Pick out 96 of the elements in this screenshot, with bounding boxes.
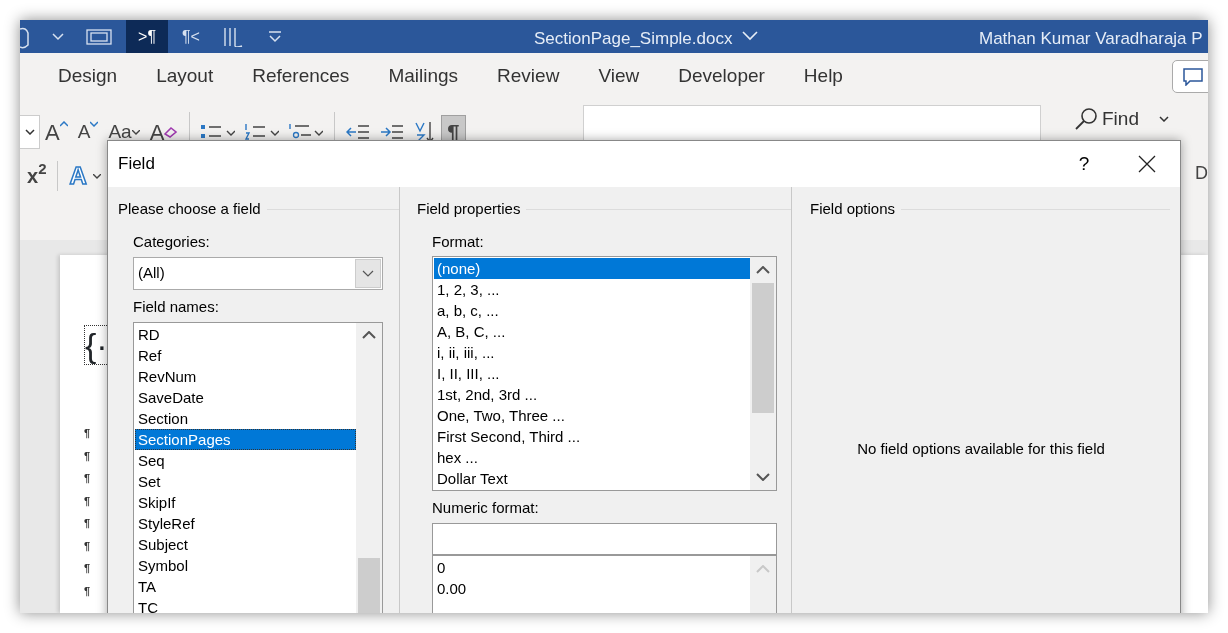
numbered-list-icon bbox=[245, 123, 280, 141]
group-heading: Please choose a field bbox=[118, 199, 261, 219]
field-label: Categories: bbox=[133, 233, 210, 251]
paragraph-mark: ¶ bbox=[84, 426, 91, 441]
paragraph-mark: ¶ bbox=[84, 516, 91, 531]
field-label: Field names: bbox=[133, 298, 219, 316]
paragraph-mark: ¶ bbox=[84, 583, 91, 599]
field-label: Numeric format: bbox=[432, 499, 539, 517]
list-item[interactable]: Ref bbox=[135, 345, 356, 366]
paragraph-mark: ¶ bbox=[84, 471, 91, 486]
list-item[interactable]: RD bbox=[135, 324, 356, 345]
format-list[interactable]: (none) 1, 2, 3, ... a, b, c, ... A, B, C, ... i, ii, iii, ... I, II, III, ... 1st, 2nd, 3rd ... One, Two, Three ... First Second, Third ... hex ... Dollar Text bbox=[432, 256, 777, 491]
list-item[interactable]: Seq bbox=[135, 450, 356, 471]
document-title[interactable]: SectionPage_Simple.docx bbox=[534, 26, 733, 52]
list-item[interactable]: 1, 2, 3, ... bbox=[434, 279, 750, 300]
list-item[interactable]: Set bbox=[135, 471, 356, 492]
list-item[interactable]: SectionPages bbox=[135, 429, 356, 450]
group-heading: Field properties bbox=[417, 199, 521, 219]
scroll-up-icon[interactable] bbox=[362, 330, 376, 339]
find-button[interactable]: Find bbox=[1068, 104, 1175, 135]
scrollbar[interactable] bbox=[356, 323, 382, 613]
paragraph-mark: ¶ bbox=[84, 448, 91, 464]
scroll-up-icon[interactable] bbox=[756, 266, 770, 274]
field-names-list[interactable]: RD Ref RevNum SaveDate Section SectionPages Seq Set SkipIf StyleRef Subject Symbol TA TC bbox=[133, 322, 383, 613]
list-item[interactable]: SkipIf bbox=[135, 492, 356, 513]
caret-icon bbox=[131, 129, 140, 135]
list-item[interactable]: RevNum bbox=[135, 366, 356, 387]
help-button[interactable]: ? bbox=[1054, 148, 1114, 180]
numeric-format-field[interactable] bbox=[432, 523, 777, 555]
bullet-list-icon bbox=[201, 123, 236, 141]
search-icon bbox=[1074, 107, 1098, 132]
list-item[interactable]: 0.00 bbox=[434, 578, 750, 599]
list-item[interactable]: StyleRef bbox=[135, 513, 356, 534]
paragraph-direction-button[interactable]: >¶ bbox=[126, 20, 168, 53]
caret-up-icon bbox=[59, 121, 68, 127]
list-item[interactable]: TA bbox=[135, 576, 356, 597]
caret-icon[interactable] bbox=[742, 31, 758, 41]
ribbon-tab[interactable]: View bbox=[586, 62, 652, 91]
ribbon-tab[interactable]: Layout bbox=[144, 62, 226, 91]
list-item[interactable]: TC bbox=[135, 597, 356, 613]
caret-icon bbox=[24, 129, 35, 135]
ribbon-tab[interactable]: Review bbox=[485, 62, 572, 91]
font-size-dropdown[interactable] bbox=[20, 115, 40, 149]
info-message: No field options available for this field bbox=[857, 439, 1105, 459]
caret-icon bbox=[362, 270, 374, 277]
scrollbar-thumb[interactable] bbox=[752, 283, 774, 413]
numeric-format-list[interactable]: 0 0.00 bbox=[432, 555, 777, 613]
caret-icon bbox=[1158, 116, 1169, 123]
list-item[interactable]: SaveDate bbox=[135, 387, 356, 408]
list-item[interactable]: Subject bbox=[135, 534, 356, 555]
list-item[interactable]: 0 bbox=[434, 557, 750, 578]
ribbon-tab[interactable]: Mailings bbox=[376, 62, 471, 91]
list-item[interactable]: 1st, 2nd, 3rd ... bbox=[434, 384, 750, 405]
paragraph-mark: ¶ bbox=[84, 538, 91, 554]
list-item[interactable]: Section bbox=[135, 408, 356, 429]
comment-icon bbox=[1183, 67, 1203, 86]
paragraph-mark: ¶ bbox=[84, 493, 91, 509]
field-label: Format: bbox=[432, 233, 484, 251]
eraser-icon bbox=[164, 126, 179, 138]
list-item[interactable]: One, Two, Three ... bbox=[434, 405, 750, 426]
grow-font-button[interactable]: A bbox=[40, 115, 73, 149]
list-item[interactable]: A, B, C, ... bbox=[434, 321, 750, 342]
list-item[interactable]: (none) bbox=[434, 258, 750, 279]
customize-icon[interactable] bbox=[267, 30, 282, 43]
comments-button[interactable] bbox=[1172, 60, 1208, 93]
list-item[interactable]: First Second, Third ... bbox=[434, 426, 750, 447]
categories-dropdown[interactable]: (All) bbox=[133, 257, 383, 290]
shrink-font-button[interactable]: A bbox=[72, 115, 104, 149]
list-item[interactable]: a, b, c, ... bbox=[434, 300, 750, 321]
caret-icon[interactable] bbox=[52, 32, 64, 41]
outdent-icon bbox=[346, 124, 371, 140]
ribbon-tab[interactable]: Design bbox=[46, 62, 130, 91]
caret-icon bbox=[92, 173, 101, 179]
list-item[interactable]: Symbol bbox=[135, 555, 356, 576]
scrollbar[interactable] bbox=[750, 257, 776, 490]
caret-down-icon bbox=[90, 121, 99, 127]
clear-formatting-button[interactable]: A bbox=[144, 115, 184, 149]
ribbon-tab[interactable]: Developer bbox=[666, 62, 777, 91]
close-icon bbox=[1138, 155, 1156, 173]
ribbon-tab[interactable]: Help bbox=[791, 62, 855, 91]
ribbon-tab[interactable]: References bbox=[240, 62, 362, 91]
list-item[interactable]: I, II, III, ... bbox=[434, 363, 750, 384]
paragraph-direction-button[interactable]: ¶< bbox=[174, 20, 208, 53]
ribbon-label: D bbox=[1195, 162, 1208, 185]
list-item[interactable]: hex ... bbox=[434, 447, 750, 468]
superscript-button[interactable]: x$^{2}$ bbox=[22, 159, 52, 193]
scroll-down-icon[interactable] bbox=[756, 473, 770, 481]
indent-icon bbox=[380, 124, 405, 140]
multilevel-list-icon bbox=[289, 123, 324, 141]
paragraph-mark: ¶ bbox=[84, 561, 91, 576]
list-item[interactable]: i, ii, iii, ... bbox=[434, 342, 750, 363]
dialog-title: Field bbox=[118, 153, 155, 176]
group-heading: Field options bbox=[810, 199, 896, 219]
user-name[interactable]: Mathan Kumar Varadharaja P bbox=[979, 26, 1203, 52]
list-item[interactable]: Dollar Text bbox=[434, 468, 750, 489]
frame-icon[interactable] bbox=[86, 28, 112, 45]
